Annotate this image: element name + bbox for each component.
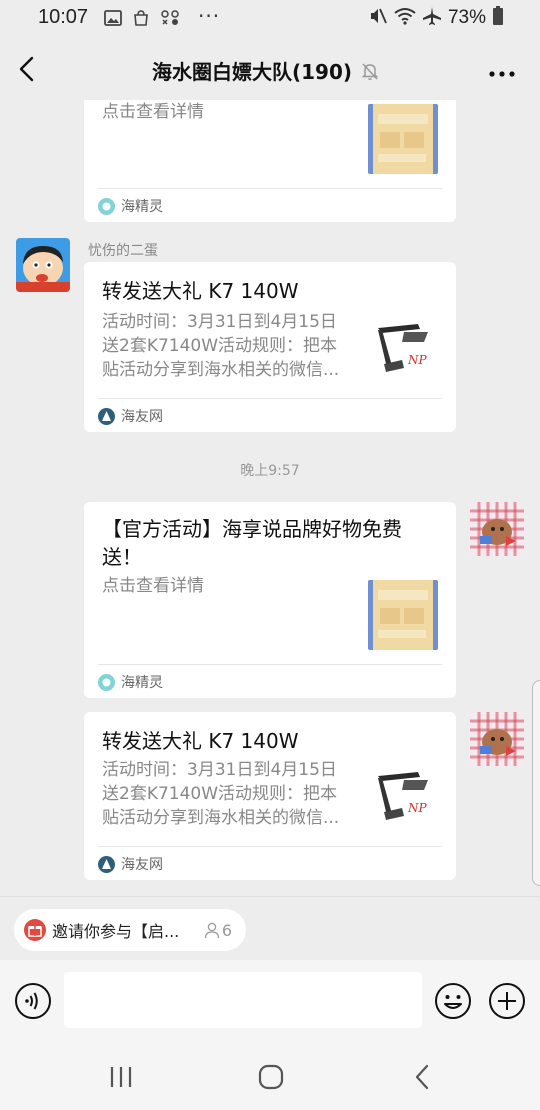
message-card-link[interactable]: 点击查看详情 海精灵 — [84, 100, 456, 222]
card-description-line: 送2套K7140W活动规则：把本 — [102, 784, 338, 804]
chat-title: 海水圈白嫖大队(190) — [152, 60, 353, 84]
card-description-line: 贴活动分享到海水相关的微信... — [102, 808, 340, 828]
home-button[interactable] — [256, 1062, 286, 1092]
chat-title-group: 海水圈白嫖大队(190) — [152, 56, 380, 85]
pinned-invite-chip[interactable]: 邀请你参与【启... 6 — [14, 909, 246, 951]
time-separator: 晚上9:57 — [240, 463, 300, 479]
participant-count-value: 6 — [221, 920, 232, 940]
recent-apps-button[interactable] — [106, 1062, 136, 1092]
svg-text:NP: NP — [407, 353, 428, 367]
message-card-link[interactable]: 【官方活动】海享说品牌好物免费 送！ 点击查看详情 海精灵 — [84, 502, 456, 698]
system-status: 73% — [368, 6, 504, 30]
participant-count: 6 — [204, 921, 232, 940]
svg-text:NP: NP — [407, 801, 428, 815]
card-description-line: 活动时间：3月31日到4月15日 — [102, 312, 337, 332]
website-icon — [98, 855, 115, 873]
card-source-label: 海友网 — [121, 857, 163, 873]
card-title-line: 送！ — [102, 545, 142, 569]
emoji-button[interactable] — [434, 982, 472, 1020]
more-actions-button[interactable] — [488, 982, 526, 1020]
status-bar: 10:07 ··· 73% — [0, 0, 540, 38]
scroll-handle[interactable] — [532, 680, 540, 886]
chat-header: 海水圈白嫖大队(190) — [0, 38, 540, 100]
card-title-line: 【官方活动】海享说品牌好物免费 — [102, 517, 402, 541]
sender-name: 忧伤的二蛋 — [88, 243, 158, 259]
more-options-button[interactable] — [488, 64, 516, 77]
avatar[interactable] — [16, 238, 70, 292]
card-description: 点击查看详情 — [102, 576, 204, 596]
card-title: 转发送大礼 K7 140W — [102, 729, 299, 753]
person-icon — [204, 922, 219, 939]
airplane-icon — [422, 6, 442, 30]
card-divider — [98, 664, 442, 665]
avatar[interactable] — [470, 712, 524, 766]
card-source: 海友网 — [98, 854, 163, 874]
card-description-line: 活动时间：3月31日到4月15日 — [102, 760, 337, 780]
card-thumbnail: NP — [368, 768, 440, 830]
mute-vibrate-icon — [368, 6, 388, 30]
website-icon — [98, 407, 115, 425]
card-description-line: 送2套K7140W活动规则：把本 — [102, 336, 338, 356]
card-divider — [98, 398, 442, 399]
nav-back-button[interactable] — [408, 1062, 438, 1092]
message-card-link[interactable]: 转发送大礼 K7 140W 活动时间：3月31日到4月15日 送2套K7140W… — [84, 262, 456, 432]
gift-icon — [24, 919, 46, 941]
card-description-line: 贴活动分享到海水相关的微信... — [102, 360, 340, 380]
system-nav-bar — [0, 1044, 540, 1110]
card-source: 海精灵 — [98, 672, 163, 692]
card-thumbnail — [368, 104, 438, 174]
pinned-bar: 邀请你参与【启... 6 — [0, 896, 540, 960]
back-button[interactable] — [14, 54, 42, 84]
notifications-muted-icon — [360, 61, 380, 81]
voice-input-button[interactable] — [14, 982, 52, 1020]
message-list[interactable]: 点击查看详情 海精灵 忧伤的二蛋 转发送大礼 K7 140W 活动时间：3月31… — [0, 100, 540, 896]
avatar[interactable] — [470, 502, 524, 556]
card-source-label: 海精灵 — [121, 675, 163, 691]
status-time: 10:07 — [38, 6, 89, 28]
input-bar — [0, 960, 540, 1044]
status-more: ··· — [198, 4, 221, 28]
battery-percent: 73% — [447, 7, 486, 28]
card-divider — [98, 188, 442, 189]
wifi-icon — [394, 7, 416, 29]
mini-program-icon — [98, 197, 115, 215]
card-source: 海精灵 — [98, 196, 163, 216]
card-thumbnail: NP — [368, 320, 440, 382]
battery-icon — [492, 6, 504, 30]
notification-icons — [104, 9, 179, 27]
card-divider — [98, 846, 442, 847]
message-input[interactable] — [64, 972, 422, 1028]
card-source-label: 海精灵 — [121, 199, 163, 215]
pinned-invite-text: 邀请你参与【启... — [52, 922, 180, 941]
gallery-icon — [104, 9, 122, 27]
card-title: 转发送大礼 K7 140W — [102, 279, 299, 303]
message-card-link[interactable]: 转发送大礼 K7 140W 活动时间：3月31日到4月15日 送2套K7140W… — [84, 712, 456, 880]
mini-program-icon — [98, 673, 115, 691]
card-source: 海友网 — [98, 406, 163, 426]
card-description: 点击查看详情 — [102, 102, 204, 122]
card-source-label: 海友网 — [121, 409, 163, 425]
game-icon — [160, 9, 179, 27]
bag-icon — [132, 9, 150, 27]
card-thumbnail — [368, 580, 438, 650]
